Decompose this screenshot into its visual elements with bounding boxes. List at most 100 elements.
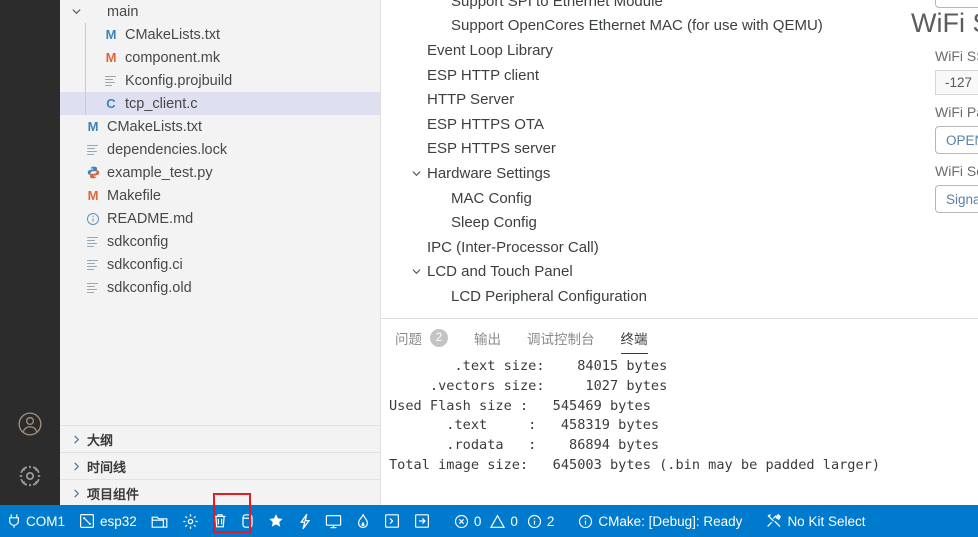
tab-debug-console[interactable]: 调试控制台 [527,320,595,356]
cfg-label-3: WiFi Scan auth mode threshold [935,163,978,179]
cfg-select-3[interactable]: Signal [935,185,978,213]
status-cmake-state[interactable]: CMake: [Debug]: Ready [571,505,749,537]
kconfig-item[interactable]: MAC Config [381,186,911,211]
cfg-input-1[interactable]: -127 [935,70,978,95]
status-port[interactable]: COM1 [0,505,72,537]
c-file-icon: C [106,96,116,111]
status-problems-summary[interactable]: 0 0 2 [447,505,562,537]
status-monitor-flame-button[interactable] [349,505,377,537]
status-open-terminal-button[interactable] [407,505,437,537]
explorer-section-project-components[interactable]: 项目组件 [60,479,380,505]
kconfig-item[interactable]: IPC (Inter-Processor Call) [381,235,911,260]
status-build-flash-monitor-button[interactable] [291,505,318,537]
status-favorite-button[interactable] [261,505,291,537]
info-count: 2 [546,513,555,529]
status-kit-select[interactable]: No Kit Select [759,505,872,537]
chevron-down-icon[interactable] [405,264,427,280]
tree-item-sdkconfig[interactable]: sdkconfig [60,230,380,253]
tab-terminal[interactable]: 终端 [620,320,648,356]
kconfig-item[interactable]: Sleep Config [381,210,911,235]
kconfig-menu-tree[interactable]: Support SPI to Ethernet Module Support Op… [381,0,911,307]
cmake-file-icon: M [87,119,99,134]
chevron-down-icon[interactable] [405,165,427,181]
status-fullclean-button[interactable] [206,505,234,537]
kconfig-item-label: Support OpenCores Ethernet MAC (for use … [451,17,823,35]
trash-icon [213,513,227,529]
kconfig-item[interactable]: Event Loop Library [381,38,911,63]
explorer-section-timeline[interactable]: 时间线 [60,452,380,479]
kconfig-item[interactable]: Support OpenCores Ethernet MAC (for use … [381,14,911,39]
flash-icon [241,513,254,529]
info-circle-icon [578,514,593,529]
twisty-placeholder [68,188,84,204]
plug-icon [7,513,21,529]
monitor-icon [325,514,342,529]
terminal-output[interactable]: .text size: 84015 bytes .vectors size: 1… [381,357,978,506]
tree-item-tcp-client-c[interactable]: Ctcp_client.c [60,92,380,115]
kconfig-item[interactable]: Hardware Settings [381,161,911,186]
twisty-placeholder [68,142,84,158]
kconfig-item[interactable]: ESP HTTPS server [381,137,911,162]
explorer-section-label: 项目组件 [87,486,140,502]
cfg-partial-control-above[interactable] [935,0,978,8]
status-open-folder-button[interactable] [144,505,175,537]
document-icon [84,280,102,296]
tree-item-kconfig-projbuild[interactable]: Kconfig.projbuild [60,69,380,92]
tree-item-cmakelists-txt[interactable]: M CMakeLists.txt [60,23,380,46]
account-icon[interactable] [0,400,60,448]
tree-item-main[interactable]: main [60,0,380,23]
tree-item-makefile[interactable]: M Makefile [60,184,380,207]
twisty-placeholder [86,73,102,89]
tab-problems[interactable]: 问题 2 [395,320,448,356]
tree-item-example-test-py[interactable]: example_test.py [60,161,380,184]
kconfig-item-label: ESP HTTPS OTA [427,115,544,133]
kconfig-item-label: ESP HTTP client [427,66,539,84]
explorer-section-outline[interactable]: 大纲 [60,425,380,452]
config-pane-title: WiFi Settings [911,8,978,38]
status-terminal-button[interactable] [377,505,407,537]
twisty-placeholder [86,96,102,112]
document-lines-icon [87,236,99,248]
tree-item-readme-md[interactable]: README.md [60,207,380,230]
document-icon [102,73,120,89]
tree-item-label: dependencies.lock [107,141,228,158]
tree-item-cmakelists-txt[interactable]: M CMakeLists.txt [60,115,380,138]
kconfig-item[interactable]: ESP HTTPS OTA [381,112,911,137]
status-flash-button[interactable] [234,505,261,537]
kconfig-item-label: Event Loop Library [427,41,553,59]
twisty-placeholder [68,211,84,227]
panel-tab-badge: 2 [430,329,448,347]
panel-tab-label: 问题 [395,332,422,347]
kconfig-item-label: Support SPI to Ethernet Module [451,0,663,10]
status-monitor-button[interactable] [318,505,349,537]
twisty-placeholder [68,280,84,296]
panel-tab-label: 输出 [474,332,501,347]
kconfig-item-label: Sleep Config [451,214,537,232]
python-icon [87,166,100,179]
manage-settings-icon[interactable] [0,452,60,500]
kconfig-item[interactable]: HTTP Server [381,87,911,112]
chevron-down-icon[interactable] [68,4,84,20]
document-lines-icon [87,282,99,294]
tree-item-component-mk[interactable]: Mcomponent.mk [60,46,380,69]
tree-item-sdkconfig-old[interactable]: sdkconfig.old [60,276,380,299]
tree-item-dependencies-lock[interactable]: dependencies.lock [60,138,380,161]
makefile-icon: M [87,188,99,203]
status-target[interactable]: esp32 [72,505,144,537]
tree-item-label: component.mk [125,49,221,66]
status-menuconfig-button[interactable] [175,505,206,537]
tools-icon [766,513,782,529]
kconfig-item[interactable]: Support SPI to Ethernet Module [381,0,911,14]
kconfig-item[interactable]: LCD Peripheral Configuration [381,284,911,307]
tab-output[interactable]: 输出 [474,320,501,356]
cfg-select-2[interactable]: OPEN [935,126,978,154]
tree-item-sdkconfig-ci[interactable]: sdkconfig.ci [60,253,380,276]
folder-icon [84,4,102,20]
tree-item-label: Kconfig.projbuild [125,72,233,89]
kconfig-item[interactable]: ESP HTTP client [381,63,911,88]
status-kit-label: No Kit Select [787,513,866,529]
tree-item-label: Makefile [107,187,161,204]
file-tree[interactable]: main M CMakeLists.txt Mcomponent.mk Kconfig.… [60,0,380,425]
gear-icon [182,513,199,530]
kconfig-item[interactable]: LCD and Touch Panel [381,260,911,285]
